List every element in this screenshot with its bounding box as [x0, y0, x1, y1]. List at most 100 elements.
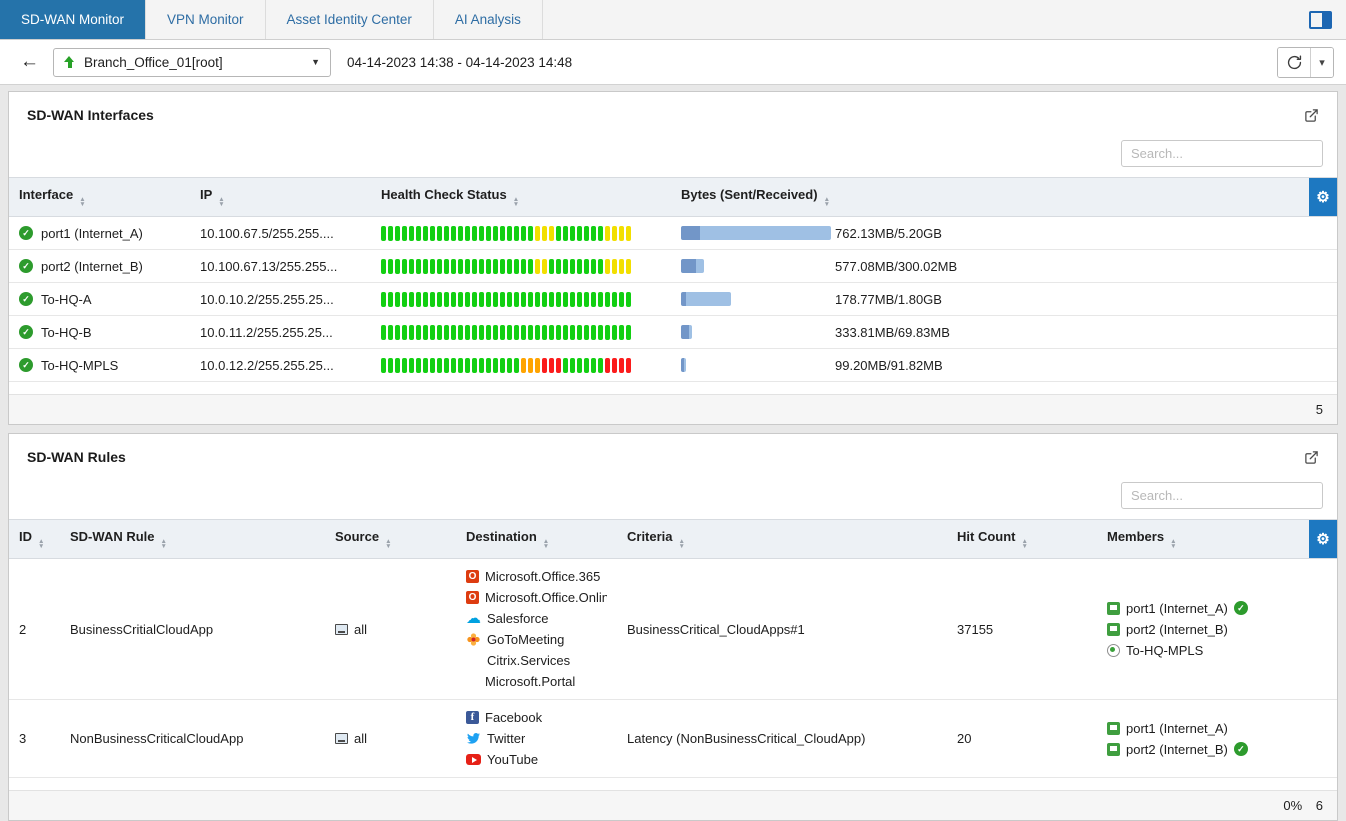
- rules-popout-icon[interactable]: [1304, 450, 1319, 465]
- status-up-icon: ✓: [19, 358, 33, 372]
- health-bar-segment: [381, 358, 386, 373]
- health-bar-segment: [437, 292, 442, 307]
- rules-footer: 0% 6: [9, 790, 1337, 820]
- health-bar-segment: [626, 292, 631, 307]
- health-bar-segment: [570, 325, 575, 340]
- interfaces-search-input[interactable]: [1121, 140, 1323, 167]
- destination-item: GoToMeeting: [466, 630, 607, 649]
- interface-row[interactable]: ✓port1 (Internet_A)10.100.67.5/255.255..…: [9, 217, 1337, 250]
- health-bar-segment: [556, 292, 561, 307]
- interface-row[interactable]: ✓port2 (Internet_B)10.100.67.13/255.255.…: [9, 250, 1337, 283]
- table-settings-gear-icon[interactable]: ⚙: [1309, 178, 1337, 217]
- toolbar-dropdown-button[interactable]: ▾: [1310, 48, 1333, 77]
- health-bar-segment: [584, 292, 589, 307]
- health-bar-segment: [451, 325, 456, 340]
- tab-vpn-monitor[interactable]: VPN Monitor: [146, 0, 266, 39]
- port-icon: [1107, 743, 1120, 756]
- column-header-sd-wan-rule[interactable]: SD-WAN Rule▲▼: [60, 520, 325, 559]
- tab-sd-wan-monitor[interactable]: SD-WAN Monitor: [0, 0, 146, 39]
- interface-cell: ✓To-HQ-A: [9, 283, 190, 316]
- youtube-icon: [466, 754, 481, 765]
- column-header-destination[interactable]: Destination▲▼: [456, 520, 617, 559]
- status-up-icon: ✓: [19, 259, 33, 273]
- column-header-members[interactable]: Members▲▼: [1097, 520, 1309, 559]
- rule-destination-cell: OMicrosoft.Office.365OMicrosoft.Office.O…: [456, 559, 617, 700]
- rule-row[interactable]: 2BusinessCritialCloudAppallOMicrosoft.Of…: [9, 559, 1337, 700]
- facebook-icon: f: [466, 711, 479, 724]
- health-bar-segment: [444, 292, 449, 307]
- bytes-bar: [681, 226, 833, 240]
- received-bar: [689, 325, 692, 339]
- interfaces-panel-title: SD-WAN Interfaces: [27, 107, 154, 123]
- rule-hitcount-cell: 20: [947, 700, 1097, 778]
- health-bar-segment: [556, 259, 561, 274]
- interface-row[interactable]: ✓To-HQ-B10.0.11.2/255.255.25...333.81MB/…: [9, 316, 1337, 349]
- health-bar-segment: [577, 325, 582, 340]
- back-button[interactable]: ←: [12, 52, 49, 73]
- health-bar-segment: [423, 358, 428, 373]
- health-bar-segment: [388, 325, 393, 340]
- panel-toggle-button[interactable]: [1309, 11, 1332, 29]
- health-bar-segment: [570, 259, 575, 274]
- bytes-value: 762.13MB/5.20GB: [835, 226, 942, 241]
- member-item: To-HQ-MPLS: [1107, 641, 1327, 660]
- rule-row[interactable]: 3NonBusinessCriticalCloudAppallfFacebook…: [9, 700, 1337, 778]
- health-bar-segment: [430, 325, 435, 340]
- tab-asset-identity-center[interactable]: Asset Identity Center: [266, 0, 434, 39]
- refresh-button[interactable]: [1278, 48, 1310, 77]
- health-bar-segment: [584, 226, 589, 241]
- health-bar-segment: [577, 259, 582, 274]
- column-header-id[interactable]: ID▲▼: [9, 520, 60, 559]
- interfaces-popout-icon[interactable]: [1304, 108, 1319, 123]
- received-bar: [700, 226, 831, 240]
- tab-ai-analysis[interactable]: AI Analysis: [434, 0, 543, 39]
- health-bar-segment: [416, 259, 421, 274]
- bytes-cell: 99.20MB/91.82MB: [671, 349, 1337, 382]
- destination-label: Microsoft.Portal: [485, 674, 575, 689]
- ip-cell: 10.0.12.2/255.255.25...: [190, 349, 371, 382]
- received-bar: [686, 292, 731, 306]
- health-bar-segment: [528, 292, 533, 307]
- health-bar-segment: [486, 325, 491, 340]
- health-bar-segment: [563, 292, 568, 307]
- device-up-icon: [64, 56, 75, 69]
- column-header-source[interactable]: Source▲▼: [325, 520, 456, 559]
- main-content: SD-WAN Interfaces Interface▲▼IP▲▼Health …: [0, 85, 1346, 821]
- status-up-icon: ✓: [19, 325, 33, 339]
- health-bar-segment: [409, 292, 414, 307]
- rules-search-input[interactable]: [1121, 482, 1323, 509]
- column-header-interface[interactable]: Interface▲▼: [9, 178, 190, 217]
- interfaces-search-row: [9, 131, 1337, 177]
- rule-source-cell: all: [325, 559, 456, 700]
- ip-cell: 10.100.67.13/255.255...: [190, 250, 371, 283]
- health-bar-segment: [619, 358, 624, 373]
- rule-name-cell: NonBusinessCriticalCloudApp: [60, 700, 325, 778]
- health-bar-segment: [598, 292, 603, 307]
- source-label: all: [354, 622, 367, 637]
- health-bar-segment: [612, 358, 617, 373]
- column-header-hit-count[interactable]: Hit Count▲▼: [947, 520, 1097, 559]
- rule-criteria-cell: Latency (NonBusinessCritical_CloudApp): [617, 700, 947, 778]
- health-bar-segment: [605, 259, 610, 274]
- health-bar-segment: [605, 358, 610, 373]
- column-header-criteria[interactable]: Criteria▲▼: [617, 520, 947, 559]
- column-header-bytes-sent-received[interactable]: Bytes (Sent/Received)▲▼: [671, 178, 1309, 217]
- health-bar-segment: [472, 292, 477, 307]
- rule-criteria-cell: BusinessCritical_CloudApps#1: [617, 559, 947, 700]
- device-selector[interactable]: Branch_Office_01[root] ▼: [53, 48, 331, 77]
- sort-icon: ▲▼: [679, 539, 685, 549]
- health-bar-segment: [409, 226, 414, 241]
- health-bar-segment: [493, 259, 498, 274]
- health-bar-segment: [584, 325, 589, 340]
- interface-row[interactable]: ✓To-HQ-MPLS10.0.12.2/255.255.25...99.20M…: [9, 349, 1337, 382]
- health-bar-segment: [549, 226, 554, 241]
- health-bar-segment: [395, 358, 400, 373]
- health-check-cell: [371, 250, 671, 283]
- table-settings-gear-icon[interactable]: ⚙: [1309, 520, 1337, 559]
- column-header-health-check-status[interactable]: Health Check Status▲▼: [371, 178, 671, 217]
- interface-cell: ✓port1 (Internet_A): [9, 217, 190, 250]
- column-header-ip[interactable]: IP▲▼: [190, 178, 371, 217]
- health-bar-segment: [381, 292, 386, 307]
- interface-row[interactable]: ✓To-HQ-A10.0.10.2/255.255.25...178.77MB/…: [9, 283, 1337, 316]
- health-bar-segment: [542, 358, 547, 373]
